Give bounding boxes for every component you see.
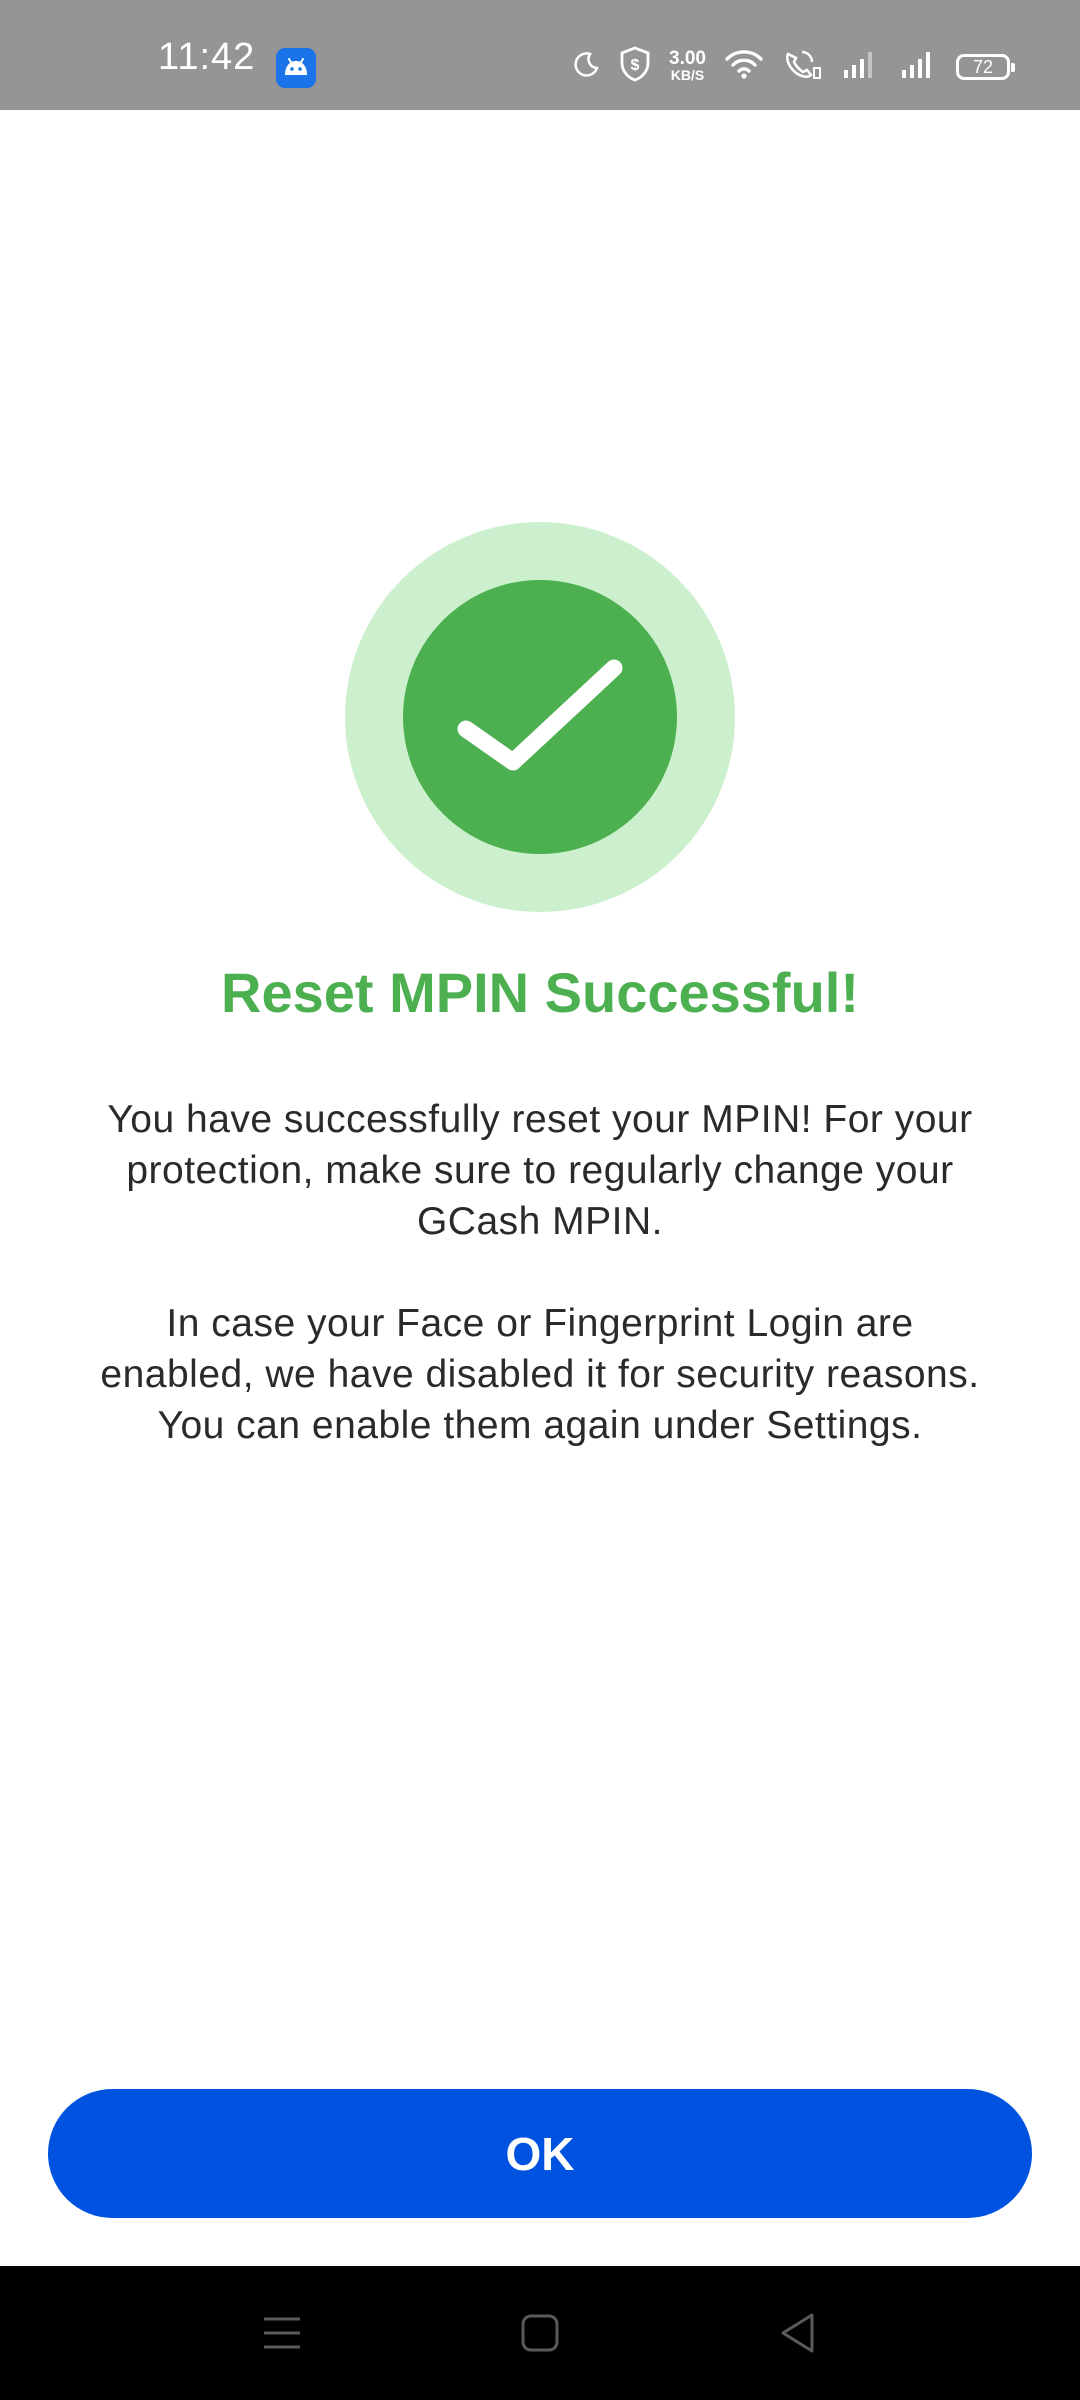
- wifi-call-icon: [782, 48, 822, 85]
- status-icons: $ 3.00 KB/S 72: [571, 46, 1015, 87]
- menu-icon[interactable]: [252, 2306, 312, 2360]
- status-bar: 11:42 $ 3.00 KB/S 72: [0, 0, 1080, 110]
- message-paragraph-1: You have successfully reset your MPIN! F…: [107, 1098, 973, 1243]
- net-speed-unit: KB/S: [670, 66, 705, 83]
- success-title: Reset MPIN Successful!: [221, 961, 859, 1024]
- status-time: 11:42: [158, 36, 256, 78]
- checkmark-icon: [345, 522, 735, 912]
- wifi-icon: [724, 48, 764, 85]
- success-badge: [345, 522, 735, 912]
- shield-icon: $: [619, 46, 651, 87]
- back-icon[interactable]: [768, 2306, 828, 2360]
- android-icon: [276, 48, 316, 88]
- svg-text:$: $: [631, 57, 640, 74]
- home-icon[interactable]: [510, 2306, 570, 2360]
- success-message: You have successfully reset your MPIN! F…: [100, 1094, 980, 1451]
- signal-icon: [898, 48, 938, 85]
- battery-icon: 72: [956, 53, 1015, 80]
- message-paragraph-2: In case your Face or Fingerprint Login a…: [100, 1302, 980, 1447]
- moon-icon: [571, 49, 601, 84]
- signal-icon: [840, 48, 880, 85]
- ok-button[interactable]: OK: [48, 2089, 1032, 2218]
- net-speed-value: 3.00: [669, 47, 706, 69]
- net-speed: 3.00 KB/S: [669, 47, 706, 84]
- navigation-bar: [0, 2266, 1080, 2400]
